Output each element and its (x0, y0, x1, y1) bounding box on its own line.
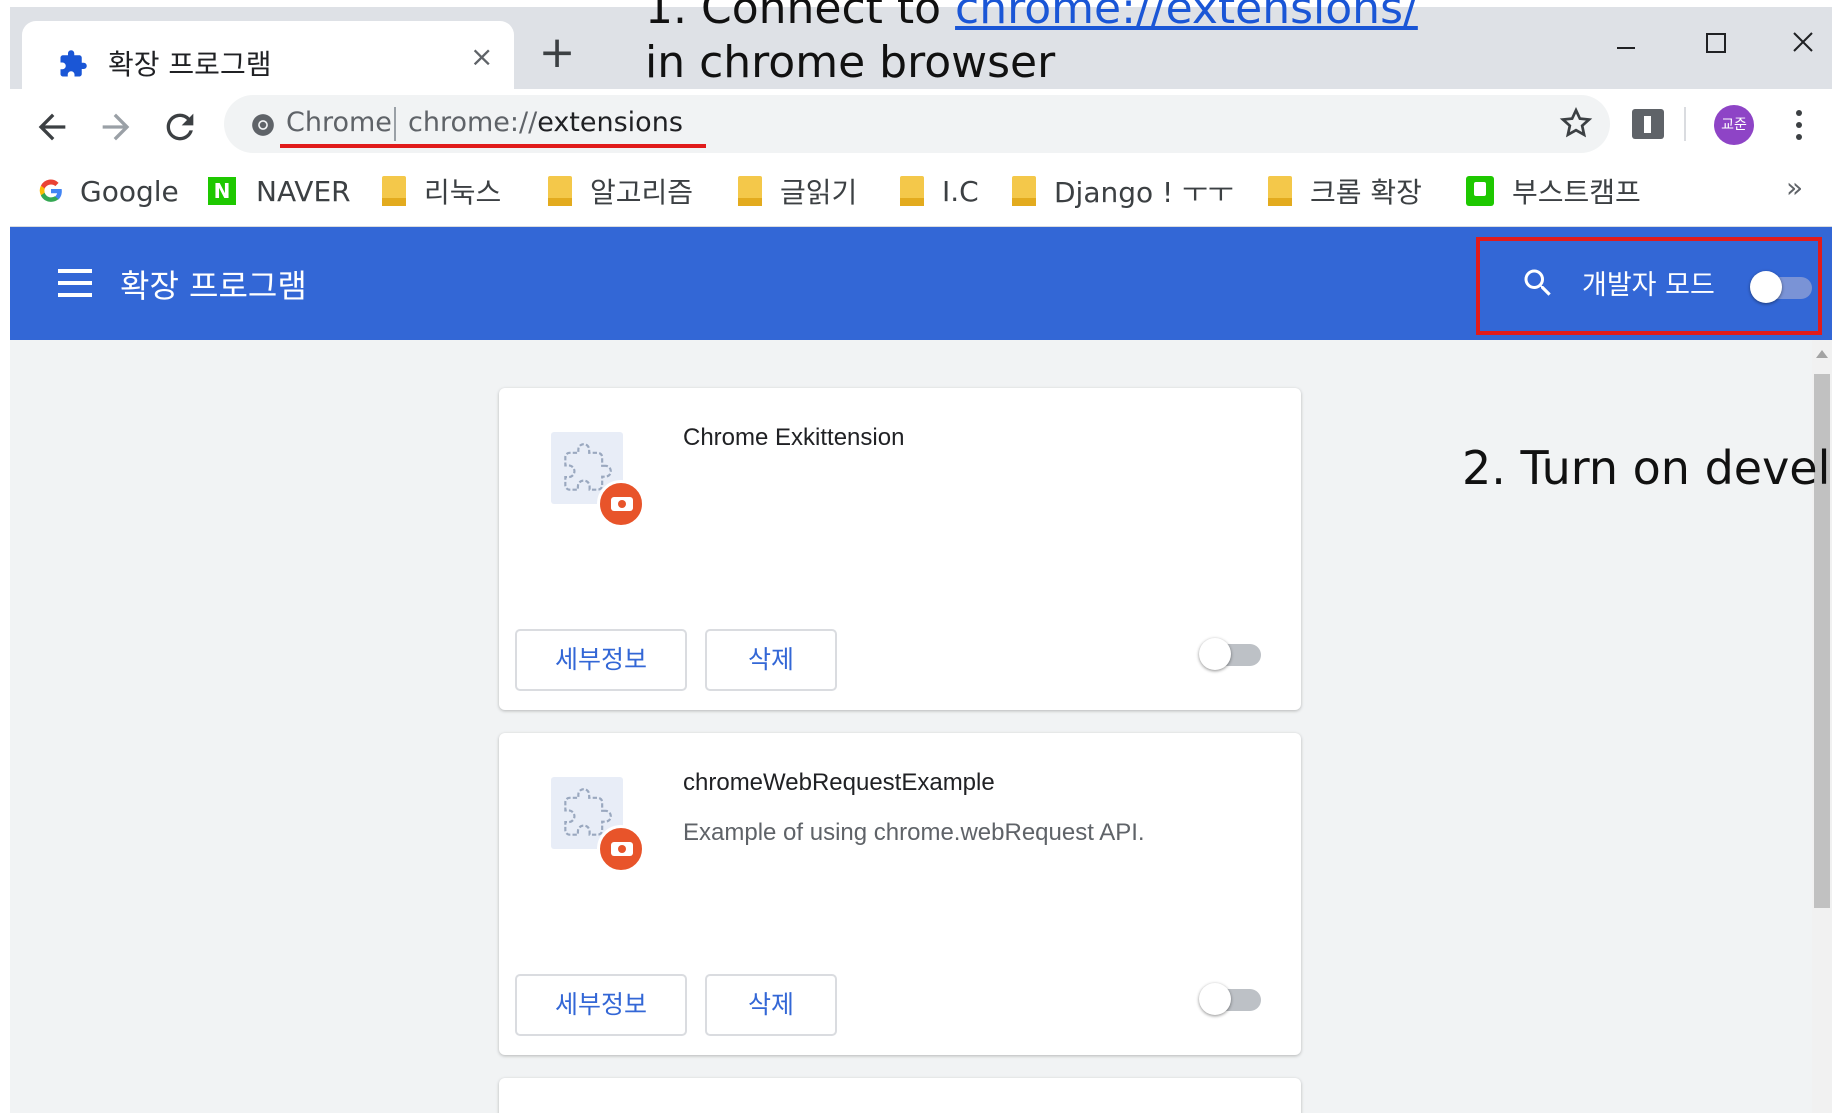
bookmark-label: Google (80, 174, 179, 208)
extension-description: Example of using chrome.webRequest API. (683, 819, 1145, 846)
folder-icon (548, 176, 572, 206)
bookmark-google[interactable]: Google (38, 171, 179, 211)
extension-card-partial (499, 1078, 1301, 1113)
bookmark-label: 부스트캠프 (1512, 176, 1641, 209)
browser-toolbar: Chrome chrome://extensions 교준 (10, 89, 1832, 161)
bookmark-folder-chrome-ext[interactable]: 크롬 확장 (1268, 171, 1422, 211)
bookmark-star-icon[interactable] (1558, 105, 1594, 141)
toolbar-divider (1684, 107, 1686, 141)
unpacked-badge-icon (597, 825, 645, 873)
extension-card: Chrome Exkittension 세부정보 삭제 (499, 388, 1301, 710)
naver-icon: N (208, 177, 236, 205)
folder-icon (900, 176, 924, 206)
extension-enable-toggle[interactable] (1199, 983, 1263, 1015)
unpacked-badge-icon (597, 480, 645, 528)
bookmark-folder-ic[interactable]: I.C (900, 171, 979, 211)
puzzle-icon (60, 50, 87, 77)
url-text[interactable]: chrome://extensions (408, 107, 683, 138)
url-underline-annotation (280, 144, 706, 148)
forward-icon[interactable] (96, 107, 136, 147)
bookmark-label: 크롬 확장 (1310, 176, 1422, 209)
folder-icon (1268, 176, 1292, 206)
annotation-step-1-link[interactable]: chrome://extensions/ (955, 0, 1418, 34)
tab-close-button[interactable]: × (470, 43, 493, 71)
bookmark-label: 리눅스 (424, 176, 502, 209)
page-title: 확장 프로그램 (120, 267, 307, 305)
developer-mode-highlight-annotation (1476, 237, 1822, 335)
annotation-step-2: 2. Turn on develc (1462, 441, 1832, 495)
menu-dots-icon[interactable] (1794, 105, 1804, 145)
extension-enable-toggle[interactable] (1199, 638, 1263, 670)
remove-button[interactable]: 삭제 (705, 974, 837, 1036)
tab-extensions[interactable]: 확장 프로그램 × (22, 21, 514, 96)
details-button[interactable]: 세부정보 (515, 629, 687, 691)
bookmark-label: Django ! ㅜㅜ (1054, 176, 1234, 209)
bookmark-boostcamp[interactable]: 부스트캠프 (1466, 171, 1641, 211)
tab-title: 확장 프로그램 (108, 48, 272, 81)
back-icon[interactable] (32, 107, 72, 147)
bookmark-folder-linux[interactable]: 리눅스 (382, 171, 501, 211)
google-icon (39, 179, 62, 202)
chrome-icon (252, 114, 274, 136)
folder-icon (1012, 176, 1036, 206)
bookmark-folder-django[interactable]: Django ! ㅜㅜ (1012, 171, 1234, 211)
extension-name: chromeWebRequestExample (683, 769, 995, 796)
bookmark-folder-reading[interactable]: 글읽기 (738, 171, 857, 211)
annotation-step-1-prefix: 1. Connect to (645, 0, 956, 34)
toggle-knob (1199, 638, 1231, 670)
close-window-icon[interactable] (1768, 21, 1832, 61)
extension-glyph-icon (1644, 116, 1651, 133)
bookmark-label: NAVER (256, 174, 351, 208)
extension-name: Chrome Exkittension (683, 424, 905, 451)
new-tab-button[interactable]: + (532, 31, 582, 81)
boostcamp-icon (1466, 176, 1494, 206)
bookmark-label: 글읽기 (780, 176, 858, 209)
folder-icon (738, 176, 762, 206)
bookmark-naver[interactable]: N NAVER (208, 171, 351, 211)
bookmarks-overflow-button[interactable]: » (1786, 171, 1803, 204)
annotation-step-1-suffix: in chrome browser (645, 37, 1056, 88)
folder-icon (382, 176, 406, 206)
address-separator (394, 107, 396, 141)
bookmark-folder-algorithm[interactable]: 알고리즘 (548, 171, 693, 211)
url-path: extensions (537, 107, 683, 138)
hamburger-menu-icon[interactable] (58, 269, 92, 297)
annotation-step-1: 1. Connect to chrome://extensions/ in ch… (645, 0, 1418, 90)
maximize-icon[interactable] (1680, 21, 1750, 61)
scroll-up-icon[interactable] (1816, 350, 1828, 358)
url-scheme: chrome:// (408, 107, 538, 138)
browser-window: 확장 프로그램 × + 1. Connect to chrome://exten… (0, 0, 1832, 1113)
bookmark-label: 알고리즘 (590, 176, 694, 209)
remove-button[interactable]: 삭제 (705, 629, 837, 691)
minimize-icon[interactable] (1590, 21, 1660, 61)
site-label: Chrome (286, 107, 392, 138)
details-button[interactable]: 세부정보 (515, 974, 687, 1036)
reload-icon[interactable] (160, 107, 200, 147)
profile-avatar[interactable]: 교준 (1714, 105, 1754, 145)
toggle-knob (1199, 983, 1231, 1015)
extension-button[interactable] (1632, 109, 1664, 139)
bookmarks-bar: Google N NAVER 리눅스 알고리즘 글읽기 I.C Django !… (10, 161, 1832, 227)
extension-card: chromeWebRequestExample Example of using… (499, 733, 1301, 1055)
bookmark-label: I.C (942, 174, 979, 208)
